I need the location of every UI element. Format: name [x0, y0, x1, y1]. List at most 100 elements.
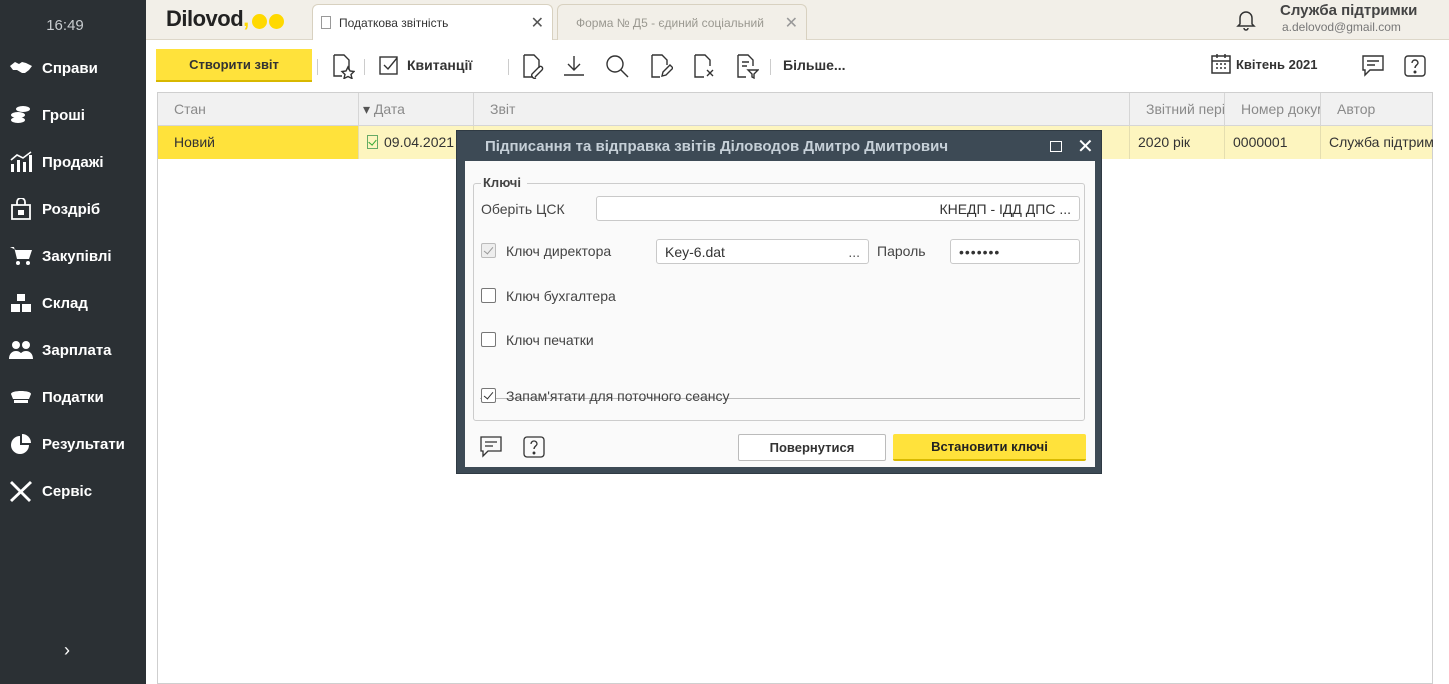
- favorite-document-icon[interactable]: [328, 52, 356, 80]
- dialog-body: Ключі Оберіть ЦСК КНЕДП - ІДД ДПС ... Кл…: [465, 161, 1095, 467]
- toolbar-divider: [508, 59, 509, 75]
- logo-text: Dilovod: [166, 6, 244, 31]
- logo[interactable]: Dilovod,: [166, 6, 284, 33]
- calendar-icon: [1211, 54, 1231, 74]
- tab-close-icon[interactable]: ✕: [785, 13, 798, 33]
- sidebar-item-label: Податки: [42, 388, 104, 406]
- sidebar-item-label: Роздріб: [42, 200, 101, 218]
- sidebar-item-label: Закупівлі: [42, 247, 112, 265]
- csk-select[interactable]: КНЕДП - ІДД ДПС ...: [596, 196, 1080, 221]
- sidebar-item-sklad[interactable]: Склад: [0, 283, 146, 323]
- remember-session-checkbox[interactable]: [481, 388, 496, 403]
- sidebar-item-label: Склад: [42, 294, 88, 312]
- sidebar-expand-button[interactable]: ›: [58, 640, 76, 662]
- director-key-file-value: Key-6.dat: [665, 243, 725, 260]
- period-selector[interactable]: Квітень 2021: [1210, 53, 1318, 75]
- password-label: Пароль: [877, 243, 926, 259]
- password-field[interactable]: •••••••: [950, 239, 1080, 264]
- help-icon[interactable]: [1401, 52, 1429, 80]
- tab-tax-reporting[interactable]: Податкова звітність ✕: [312, 4, 553, 40]
- sidebar-item-label: Зарплата: [42, 341, 112, 359]
- browse-file-button[interactable]: ...: [848, 244, 860, 260]
- people-icon: [8, 339, 34, 361]
- more-button[interactable]: Більше...: [783, 57, 846, 73]
- tab-label: Форма № Д5 - єдиний соціальний: [576, 15, 764, 30]
- chat-icon[interactable]: [479, 435, 503, 459]
- sales-chart-icon: [8, 151, 34, 173]
- chat-icon[interactable]: [1359, 52, 1387, 80]
- sidebar-item-servis[interactable]: Сервіс: [0, 471, 146, 511]
- accountant-key-checkbox[interactable]: [481, 288, 496, 303]
- help-icon[interactable]: [522, 435, 546, 459]
- csk-label: Оберіть ЦСК: [481, 201, 565, 217]
- boxes-icon: [8, 292, 34, 314]
- close-icon[interactable]: ✕: [1077, 134, 1094, 159]
- tab-form-d5[interactable]: Форма № Д5 - єдиний соціальний ✕: [557, 4, 807, 40]
- column-header-number[interactable]: Номер документа: [1225, 93, 1321, 126]
- return-button[interactable]: Повернутися: [738, 434, 886, 461]
- sidebar-item-label: Справи: [42, 59, 98, 77]
- user-email: a.delovod@gmail.com: [1282, 20, 1401, 34]
- delete-document-icon[interactable]: [689, 52, 717, 80]
- search-icon[interactable]: [603, 52, 631, 80]
- seal-key-checkbox[interactable]: [481, 332, 496, 347]
- sidebar: 16:49 Справи Гроші Продажі Роздріб Закуп…: [0, 0, 146, 684]
- maximize-icon[interactable]: [1050, 141, 1062, 152]
- sidebar-item-prodazhi[interactable]: Продажі: [0, 142, 146, 182]
- director-key-checkbox[interactable]: [481, 243, 496, 258]
- bell-icon[interactable]: [1234, 7, 1258, 31]
- sidebar-item-label: Результати: [42, 435, 125, 453]
- filter-document-icon[interactable]: [732, 52, 760, 80]
- coins-icon: [8, 104, 34, 126]
- top-bar: Dilovod, Податкова звітність ✕ Форма № Д…: [146, 0, 1449, 40]
- shopping-bag-icon: [8, 198, 34, 220]
- sort-desc-icon: ▾: [363, 101, 371, 117]
- remember-session-label: Запам'ятати для поточного сеансу: [506, 388, 730, 404]
- download-icon[interactable]: [560, 52, 588, 80]
- cell-period: 2020 рік: [1130, 126, 1225, 159]
- column-header-date[interactable]: ▾ Дата: [359, 93, 474, 126]
- logo-dots: [250, 7, 284, 33]
- receipts-button[interactable]: Квитанції: [407, 57, 472, 73]
- toolbar-divider: [364, 59, 365, 75]
- column-header-period[interactable]: Звітний період: [1130, 93, 1225, 126]
- edit-document-icon[interactable]: [646, 52, 674, 80]
- column-header-label: Дата: [373, 101, 405, 117]
- sidebar-item-spravy[interactable]: Справи: [0, 48, 146, 88]
- set-keys-button[interactable]: Встановити ключі: [893, 434, 1086, 461]
- toolbar-divider: [317, 59, 318, 75]
- sidebar-item-label: Гроші: [42, 106, 85, 124]
- keys-group-label: Ключі: [481, 175, 527, 190]
- seal-key-label: Ключ печатки: [506, 332, 594, 348]
- column-header-report[interactable]: Звіт: [474, 93, 1130, 126]
- user-name[interactable]: Служба підтримки: [1280, 2, 1417, 19]
- sidebar-item-podatky[interactable]: Податки: [0, 377, 146, 417]
- column-header-author[interactable]: Автор: [1321, 93, 1434, 126]
- sidebar-item-rozdrib[interactable]: Роздріб: [0, 189, 146, 229]
- create-report-button[interactable]: Створити звіт: [156, 49, 312, 82]
- sidebar-item-groshi[interactable]: Гроші: [0, 95, 146, 135]
- document-icon: [321, 16, 331, 29]
- period-label: Квітень 2021: [1236, 56, 1318, 72]
- column-header-state[interactable]: Стан: [158, 93, 359, 126]
- sidebar-item-label: Сервіс: [42, 482, 93, 500]
- toolbar: Створити звіт Квитанції Більше... Квітен…: [146, 40, 1449, 92]
- sidebar-item-label: Продажі: [42, 153, 104, 171]
- tab-close-icon[interactable]: ✕: [531, 13, 544, 33]
- receipts-checkbox-icon[interactable]: [375, 52, 403, 80]
- officer-cap-icon: [8, 386, 34, 408]
- pie-chart-icon: [8, 433, 34, 455]
- sidebar-item-zarplata[interactable]: Зарплата: [0, 330, 146, 370]
- director-key-label: Ключ директора: [506, 243, 612, 259]
- handshake-icon: [8, 57, 34, 79]
- tab-label: Податкова звітність: [339, 15, 449, 30]
- attach-document-icon[interactable]: [518, 52, 546, 80]
- cell-number: 0000001: [1225, 126, 1321, 159]
- sidebar-item-rezultaty[interactable]: Результати: [0, 424, 146, 464]
- sidebar-item-zakupivli[interactable]: Закупівлі: [0, 236, 146, 276]
- cell-state: Новий: [158, 126, 359, 159]
- director-key-file-field[interactable]: Key-6.dat ...: [656, 239, 869, 264]
- cell-date-text: 09.04.2021: [384, 134, 455, 150]
- sign-and-send-dialog: Підписання та відправка звітів Діловодов…: [456, 130, 1102, 474]
- cart-icon: [8, 245, 34, 267]
